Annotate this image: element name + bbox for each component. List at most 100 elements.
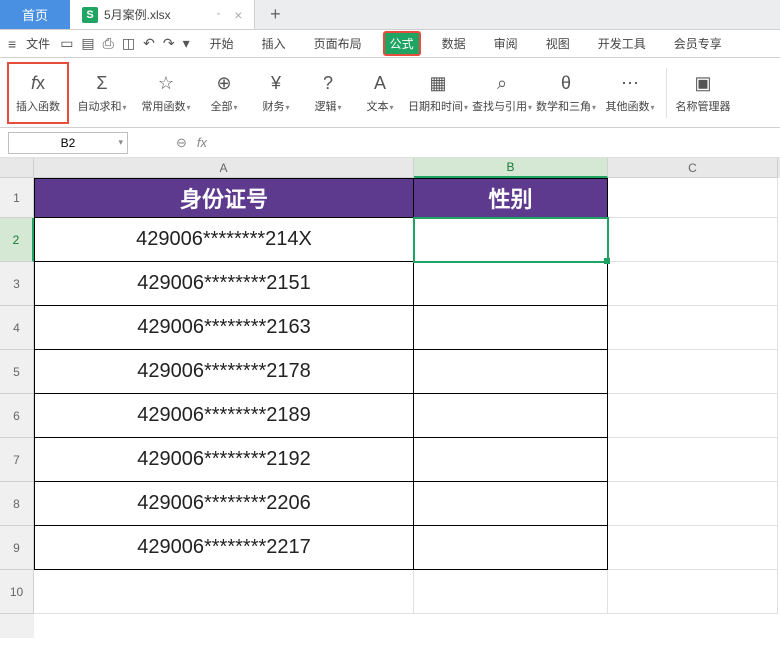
cell-b9[interactable] — [414, 526, 608, 570]
formula-icons: ⊖ fx — [176, 135, 207, 151]
cell-b5[interactable] — [414, 350, 608, 394]
tab-vip[interactable]: 会员专享 — [668, 32, 728, 55]
formula-input[interactable] — [215, 132, 772, 154]
tab-view[interactable]: 视图 — [540, 32, 576, 55]
all-fn-button[interactable]: ⊕ 全部 — [200, 63, 248, 123]
cell-a8[interactable]: 429006********2206 — [34, 482, 414, 526]
row-header-7[interactable]: 7 — [0, 438, 34, 482]
cell-b7[interactable] — [414, 438, 608, 482]
tab-document[interactable]: S 5月案例.xlsx ◦ × — [70, 0, 255, 29]
cell-c8[interactable] — [608, 482, 778, 526]
name-box[interactable]: B2 — [8, 132, 128, 154]
text-icon: A — [368, 72, 392, 96]
row-header-3[interactable]: 3 — [0, 262, 34, 306]
logic-button[interactable]: ? 逻辑 — [304, 63, 352, 123]
name-manager-button[interactable]: ▣ 名称管理器 — [673, 63, 733, 123]
cell-c4[interactable] — [608, 306, 778, 350]
cell-a2[interactable]: 429006********214X — [34, 218, 414, 262]
other-fn-button[interactable]: ⋯ 其他函数 — [600, 63, 660, 123]
datetime-button[interactable]: ▦ 日期和时间 — [408, 63, 468, 123]
row-header-2[interactable]: 2 — [0, 218, 34, 262]
col-header-a[interactable]: A — [34, 158, 414, 178]
star-icon: ☆ — [154, 72, 178, 96]
globe-icon: ⊕ — [212, 72, 236, 96]
row-header-1[interactable]: 1 — [0, 178, 34, 218]
cell-b3[interactable] — [414, 262, 608, 306]
cell-c2[interactable] — [608, 218, 778, 262]
tab-data[interactable]: 数据 — [436, 32, 472, 55]
cell-c5[interactable] — [608, 350, 778, 394]
lookup-button[interactable]: ⌕ 查找与引用 — [472, 63, 532, 123]
math-label: 数学和三角 — [536, 98, 596, 114]
cell-b8[interactable] — [414, 482, 608, 526]
cell-a9[interactable]: 429006********2217 — [34, 526, 414, 570]
col-header-b[interactable]: B — [414, 158, 608, 178]
sigma-icon: Σ — [90, 72, 114, 96]
common-fn-button[interactable]: ☆ 常用函数 — [136, 63, 196, 123]
row-header-4[interactable]: 4 — [0, 306, 34, 350]
cell-c3[interactable] — [608, 262, 778, 306]
table-row: 429006********2217 — [34, 526, 780, 570]
table-row: 429006********2163 — [34, 306, 780, 350]
cell-b6[interactable] — [414, 394, 608, 438]
cell-b2[interactable] — [414, 218, 608, 262]
tab-insert[interactable]: 插入 — [256, 32, 292, 55]
cell-a3[interactable]: 429006********2151 — [34, 262, 414, 306]
finance-button[interactable]: ¥ 财务 — [252, 63, 300, 123]
cell-a5[interactable]: 429006********2178 — [34, 350, 414, 394]
cell-c9[interactable] — [608, 526, 778, 570]
chevron-down-icon[interactable]: ▾ — [181, 35, 192, 52]
question-icon: ? — [316, 72, 340, 96]
undo-icon[interactable]: ↶ — [141, 35, 157, 52]
hamburger-icon[interactable]: ≡ — [8, 36, 16, 52]
datetime-label: 日期和时间 — [408, 98, 468, 114]
finance-label: 财务 — [262, 98, 289, 114]
print-icon[interactable]: ⎙ — [101, 35, 116, 52]
tab-review[interactable]: 审阅 — [488, 32, 524, 55]
spreadsheet-icon: S — [82, 7, 98, 23]
math-button[interactable]: θ 数学和三角 — [536, 63, 596, 123]
col-header-c[interactable]: C — [608, 158, 778, 178]
row-header-8[interactable]: 8 — [0, 482, 34, 526]
cancel-icon[interactable]: ⊖ — [176, 135, 187, 151]
text-button[interactable]: A 文本 — [356, 63, 404, 123]
cell-b1[interactable]: 性别 — [414, 178, 608, 218]
cell-c6[interactable] — [608, 394, 778, 438]
calendar-icon: ▦ — [426, 72, 450, 96]
row-headers: 1 2 3 4 5 6 7 8 9 10 — [0, 158, 34, 638]
tab-layout[interactable]: 页面布局 — [308, 32, 368, 55]
row-header-10[interactable]: 10 — [0, 570, 34, 614]
cell-a1[interactable]: 身份证号 — [34, 178, 414, 218]
table-row — [34, 570, 780, 614]
save-as-icon[interactable]: ▤ — [79, 35, 96, 52]
select-all-corner[interactable] — [0, 158, 34, 178]
cell-a4[interactable]: 429006********2163 — [34, 306, 414, 350]
yen-icon: ¥ — [264, 72, 288, 96]
tab-dev[interactable]: 开发工具 — [592, 32, 652, 55]
row-header-9[interactable]: 9 — [0, 526, 34, 570]
spreadsheet-grid: 1 2 3 4 5 6 7 8 9 10 A B C 身份证号 性别 42900… — [0, 158, 780, 638]
tab-start[interactable]: 开始 — [204, 32, 240, 55]
close-icon[interactable]: × — [234, 7, 242, 23]
fx-icon: fx — [26, 72, 50, 96]
new-tab-button[interactable]: + — [255, 0, 295, 29]
preview-icon[interactable]: ◫ — [120, 35, 137, 52]
cell-b10[interactable] — [414, 570, 608, 614]
tab-home[interactable]: 首页 — [0, 0, 70, 29]
cell-b4[interactable] — [414, 306, 608, 350]
cell-a10[interactable] — [34, 570, 414, 614]
cell-c10[interactable] — [608, 570, 778, 614]
cell-a7[interactable]: 429006********2192 — [34, 438, 414, 482]
row-header-5[interactable]: 5 — [0, 350, 34, 394]
row-header-6[interactable]: 6 — [0, 394, 34, 438]
file-menu[interactable]: 文件 — [22, 35, 54, 52]
insert-function-button[interactable]: fx 插入函数 — [8, 63, 68, 123]
autosum-button[interactable]: Σ 自动求和 — [72, 63, 132, 123]
cell-a6[interactable]: 429006********2189 — [34, 394, 414, 438]
redo-icon[interactable]: ↷ — [161, 35, 177, 52]
save-icon[interactable]: ▭ — [58, 35, 75, 52]
cell-c1[interactable] — [608, 178, 778, 218]
cell-c7[interactable] — [608, 438, 778, 482]
fx-icon-small[interactable]: fx — [197, 135, 207, 150]
tab-formula[interactable]: 公式 — [384, 32, 420, 55]
